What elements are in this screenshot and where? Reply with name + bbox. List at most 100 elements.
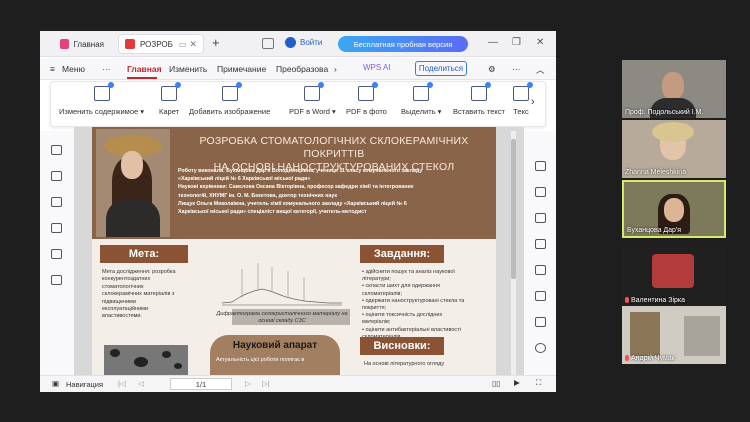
- attachment-icon[interactable]: [51, 223, 62, 233]
- add-image-label: Добавить изображение: [189, 107, 271, 116]
- avatar: [652, 254, 694, 288]
- list-item: здійснити пошук та аналіз наукової літер…: [362, 269, 472, 283]
- text-label: Текс: [513, 107, 529, 116]
- document-view[interactable]: РОЗРОБКА СТОМАТОЛОГІЧНИХ СКЛОКЕРАМІЧНИХ …: [74, 127, 524, 375]
- menu-item-convert[interactable]: Преобразова: [276, 64, 328, 74]
- comment-icon[interactable]: [51, 197, 62, 207]
- add-image-icon: [221, 82, 242, 101]
- tab-document-label: РОЗРОБ: [140, 39, 173, 49]
- minimize-icon[interactable]: —: [488, 37, 498, 48]
- tasks-heading: Завдання:: [360, 245, 444, 263]
- participant-tile[interactable]: Андрій Чумак: [622, 306, 726, 364]
- add-image-button[interactable]: Добавить изображение: [189, 82, 271, 116]
- chart-caption: Дифрактограма склокристалічного матеріал…: [216, 311, 348, 325]
- monitor-icon[interactable]: ▭: [179, 40, 187, 49]
- participant-name: Проф. Подольський І.М.: [625, 109, 704, 116]
- participant-tile[interactable]: Валентина Зірка: [622, 248, 726, 306]
- active-menu-underline: [127, 77, 157, 79]
- page-number-field[interactable]: 1/1: [170, 378, 232, 390]
- highlight-button[interactable]: Выделить ▾: [401, 82, 441, 116]
- conclusions-heading: Висновки:: [360, 337, 444, 355]
- settings-icon[interactable]: ⚙: [488, 64, 496, 75]
- edit-content-button[interactable]: Изменить содержимое ▾: [59, 82, 144, 116]
- collapse-icon[interactable]: ︿: [536, 64, 545, 76]
- poster-header: РОЗРОБКА СТОМАТОЛОГІЧНИХ СКЛОКЕРАМІЧНИХ …: [92, 127, 496, 239]
- layers-icon[interactable]: [51, 275, 62, 285]
- next-page-icon[interactable]: ▷: [245, 379, 251, 388]
- home-tab-icon: [60, 39, 69, 49]
- last-page-icon[interactable]: ▷|: [262, 379, 270, 388]
- scrollbar-thumb[interactable]: [511, 139, 516, 279]
- caret-label: Карет: [159, 107, 180, 116]
- restore-icon[interactable]: ❐: [512, 37, 521, 48]
- help-icon[interactable]: [535, 343, 546, 353]
- info-line: Харківської міської ради» спеціаліст вищ…: [178, 209, 367, 216]
- tasks-list: здійснити пошук та аналіз наукової літер…: [362, 269, 472, 341]
- participant-tile[interactable]: Zhanna Meleshkina: [622, 120, 726, 178]
- info-line: технологій, ХНУМГ ім. О. М. Бекетова, до…: [178, 192, 338, 199]
- menu-item-home[interactable]: Главная: [127, 64, 162, 74]
- user-icon: [285, 37, 296, 48]
- layout-icon[interactable]: [262, 38, 274, 49]
- participant-name: Zhanna Meleshkina: [625, 169, 687, 176]
- chevron-right-icon[interactable]: ›: [334, 64, 337, 74]
- participant-name-text: Андрій Чумак: [631, 355, 675, 362]
- navigation-icon[interactable]: ▣: [52, 379, 59, 388]
- bookmark-icon[interactable]: [51, 145, 62, 155]
- play-icon[interactable]: ▶: [514, 378, 520, 387]
- participant-name: Валентина Зірка: [625, 297, 685, 304]
- vertical-scrollbar[interactable]: [511, 131, 516, 375]
- pdf-to-word-button[interactable]: PDF в Word ▾: [289, 82, 336, 116]
- tab-home[interactable]: Главная: [54, 34, 110, 54]
- tab-document[interactable]: РОЗРОБ ▭ ✕: [118, 34, 204, 54]
- first-page-icon[interactable]: |◁: [118, 379, 126, 388]
- new-tab-button[interactable]: +: [212, 35, 220, 50]
- thumbnail-icon[interactable]: [51, 171, 62, 181]
- tool-icon[interactable]: [535, 239, 546, 249]
- signature-icon[interactable]: [51, 249, 62, 259]
- login-button[interactable]: Войти: [285, 37, 322, 48]
- tool-icon[interactable]: [535, 187, 546, 197]
- fullscreen-icon[interactable]: ⛶: [536, 378, 541, 388]
- participant-name-text: Валентина Зірка: [631, 297, 686, 304]
- tool-icon[interactable]: [535, 291, 546, 301]
- goal-text: Мета дослідження: розробка конкурентозда…: [102, 269, 176, 320]
- list-item: оцінити токсичність дослідних матеріалів…: [362, 312, 472, 326]
- ribbon-toolbar: Изменить содержимое ▾ Карет Добавить изо…: [50, 81, 546, 127]
- prev-page-icon[interactable]: ◁: [138, 379, 144, 388]
- menu-item-annotate[interactable]: Примечание: [217, 64, 266, 74]
- pdf-icon: [125, 39, 135, 49]
- menu-item-menu[interactable]: Меню: [62, 64, 85, 74]
- participant-tile[interactable]: Проф. Подольський І.М.: [622, 60, 726, 118]
- tool-icon[interactable]: [535, 317, 546, 327]
- muted-mic-icon: [625, 297, 629, 303]
- caret-button[interactable]: Карет: [159, 82, 182, 116]
- text-button[interactable]: Текс: [513, 82, 533, 116]
- login-label: Войти: [300, 38, 323, 47]
- read-mode-icon[interactable]: ▯▯: [492, 379, 500, 388]
- free-trial-button[interactable]: Бесплатная пробная версия: [338, 36, 468, 52]
- menu-item-edit[interactable]: Изменить: [169, 64, 207, 74]
- tool-icon[interactable]: [535, 265, 546, 275]
- more-icon[interactable]: ···: [102, 64, 111, 74]
- close-window-icon[interactable]: ✕: [536, 37, 544, 48]
- close-tab-icon[interactable]: ✕: [189, 39, 197, 50]
- navigation-label[interactable]: Навигация: [66, 380, 103, 389]
- insert-text-button[interactable]: Вставить текст: [453, 82, 505, 116]
- info-line: «Харківський ліцей № 6 Харківської міськ…: [178, 176, 311, 183]
- hamburger-icon[interactable]: ≡: [50, 64, 55, 74]
- participant-tile-active[interactable]: Буханцова Дар'я: [622, 180, 726, 238]
- tool-icon[interactable]: [535, 213, 546, 223]
- share-button[interactable]: Поделиться: [415, 61, 467, 76]
- left-sidebar: [40, 131, 74, 375]
- ribbon-next-icon[interactable]: ›: [531, 96, 535, 108]
- tool-icon[interactable]: [535, 161, 546, 171]
- wps-ai-button[interactable]: WPS AI: [363, 63, 391, 72]
- status-bar: ▣ Навигация |◁ ◁ 1/1 ▷ ▷| ▯▯ ▶ ⛶: [40, 375, 556, 392]
- microscope-image: [104, 345, 188, 375]
- poster-page: РОЗРОБКА СТОМАТОЛОГІЧНИХ СКЛОКЕРАМІЧНИХ …: [92, 127, 496, 375]
- menu-bar: ≡ Меню ··· Главная Изменить Примечание П…: [40, 58, 556, 80]
- more-options-icon[interactable]: ···: [512, 64, 521, 74]
- meeting-stage: Главная РОЗРОБ ▭ ✕ + Войти Бесплатная пр…: [0, 0, 750, 422]
- pdf-to-photo-button[interactable]: PDF в фото: [346, 82, 387, 116]
